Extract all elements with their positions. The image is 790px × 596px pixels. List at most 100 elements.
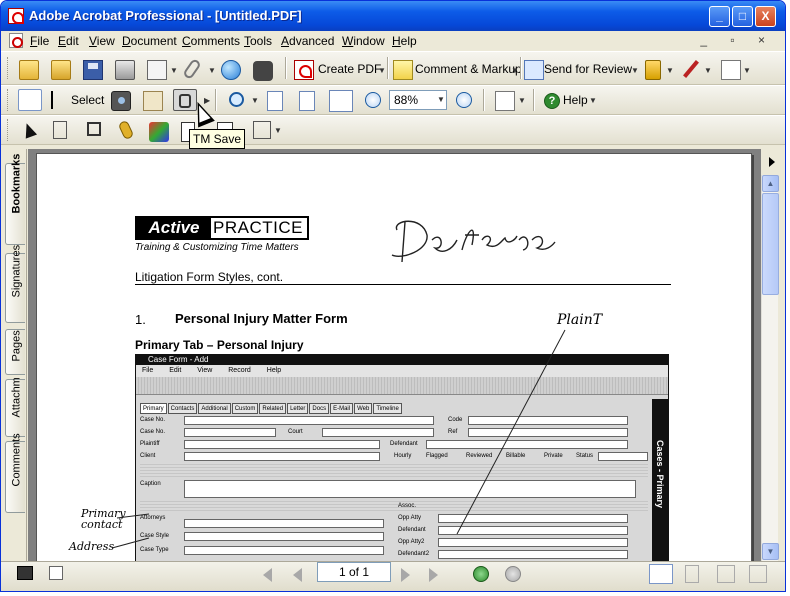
organizer-icon[interactable] xyxy=(51,60,71,80)
acrobat-app-icon[interactable] xyxy=(8,8,24,24)
toolbar-grip[interactable] xyxy=(7,119,10,141)
zoom-in-plus-icon[interactable] xyxy=(456,92,472,108)
zoom-level-dropdown[interactable]: ▼ xyxy=(435,91,447,109)
touchup-text-icon[interactable] xyxy=(53,121,67,139)
comment-note-icon[interactable] xyxy=(393,60,413,80)
vertical-scrollbar[interactable]: ▲ ▼ xyxy=(761,175,779,561)
menu-window[interactable]: Window xyxy=(342,34,385,48)
rotate-dropdown-icon[interactable]: ▼ xyxy=(518,96,526,105)
print-icon[interactable] xyxy=(115,60,135,80)
last-page-icon[interactable] xyxy=(429,568,438,582)
menu-document[interactable]: Document xyxy=(122,34,177,48)
first-page-icon[interactable] xyxy=(263,568,272,582)
forms-dropdown-icon[interactable]: ▼ xyxy=(743,66,751,75)
tab-signatures[interactable]: Signatures xyxy=(5,245,25,323)
tab-pages[interactable]: Pages xyxy=(5,329,25,375)
menu-advanced[interactable]: Advanced xyxy=(281,34,334,48)
pdf-page[interactable]: Active PRACTICE Training & Customizing T… xyxy=(36,153,752,561)
zoom-in-magnifier-icon[interactable] xyxy=(229,92,244,107)
monitor-icon[interactable] xyxy=(17,566,33,580)
send-review-icon[interactable] xyxy=(524,60,544,80)
tab-comments[interactable]: Comments xyxy=(5,433,25,513)
email-globe-icon[interactable] xyxy=(221,60,241,80)
previous-page-icon[interactable] xyxy=(293,568,302,582)
fit-page-icon[interactable] xyxy=(299,91,315,111)
tm-import-icon[interactable] xyxy=(143,91,163,111)
form-menu-item: Help xyxy=(266,367,282,374)
minimize-button[interactable]: _ xyxy=(709,6,730,27)
title-bar[interactable]: Adobe Acrobat Professional - [Untitled.P… xyxy=(1,1,785,31)
search-binoculars-icon[interactable] xyxy=(253,61,273,81)
scroll-thumb[interactable] xyxy=(762,193,779,295)
text-field-tool-icon[interactable] xyxy=(253,121,271,139)
scroll-up-button[interactable]: ▲ xyxy=(762,175,779,192)
next-view-icon[interactable] xyxy=(505,566,521,582)
hand-tool-icon[interactable] xyxy=(18,89,42,111)
document-window-controls[interactable]: _ ▫ × xyxy=(700,33,775,47)
attach-paperclip-icon[interactable] xyxy=(182,57,202,81)
help-dropdown-icon[interactable]: ▼ xyxy=(589,96,597,105)
send-review-dropdown-icon[interactable]: ▼ xyxy=(631,66,639,75)
save-icon[interactable] xyxy=(83,60,103,80)
help-button[interactable]: Help xyxy=(563,93,588,107)
page-number-input[interactable]: 1 of 1 xyxy=(317,562,391,582)
create-pdf-button[interactable]: Create PDF xyxy=(318,62,381,76)
menu-view[interactable]: View xyxy=(89,34,115,48)
facing-layout-icon[interactable] xyxy=(717,565,735,583)
form-field xyxy=(426,440,628,449)
menu-file[interactable]: File xyxy=(30,34,49,48)
object-select-arrow-icon[interactable] xyxy=(20,121,38,139)
create-pdf-dropdown-icon[interactable]: ▼ xyxy=(378,66,386,75)
menu-help[interactable]: Help xyxy=(392,34,417,48)
organize-dropdown-icon[interactable]: ▼ xyxy=(170,66,178,75)
secure-dropdown-icon[interactable]: ▼ xyxy=(666,66,674,75)
pane-expand-arrow-icon[interactable] xyxy=(761,149,785,175)
single-page-layout-icon[interactable] xyxy=(649,564,673,584)
send-for-review-button[interactable]: Send for Review xyxy=(544,62,632,76)
tab-bookmarks[interactable]: Bookmarks xyxy=(5,154,25,245)
snapshot-camera-icon[interactable] xyxy=(111,91,131,111)
form-label: Defendant xyxy=(398,527,426,533)
next-page-icon[interactable] xyxy=(401,568,410,582)
heading-number: 1. xyxy=(135,312,146,327)
menu-tools[interactable]: Tools xyxy=(244,34,272,48)
link-tool-icon[interactable] xyxy=(117,119,135,141)
comment-markup-dropdown-icon[interactable]: ▼ xyxy=(511,66,519,75)
continuous-facing-layout-icon[interactable] xyxy=(749,565,767,583)
select-text-icon[interactable] xyxy=(51,91,55,109)
document-viewport[interactable]: Active PRACTICE Training & Customizing T… xyxy=(28,149,761,561)
select-tool-button[interactable]: Select xyxy=(71,93,104,107)
toolbar-separator xyxy=(387,57,389,79)
organize-icon[interactable] xyxy=(147,60,167,80)
help-icon[interactable]: ? xyxy=(544,93,560,109)
continuous-layout-icon[interactable] xyxy=(685,565,699,583)
tab-attachments[interactable]: Attachm xyxy=(5,377,25,437)
crop-icon[interactable] xyxy=(87,122,101,136)
fit-width-icon[interactable] xyxy=(329,90,353,112)
form-menu-item: View xyxy=(197,367,213,374)
document-system-menu-icon[interactable] xyxy=(9,33,23,48)
attach-dropdown-icon[interactable]: ▼ xyxy=(208,66,216,75)
3d-tool-icon[interactable] xyxy=(149,122,169,142)
forms-pages-icon[interactable] xyxy=(721,60,741,80)
page-options-icon[interactable] xyxy=(49,566,63,580)
secure-lock-icon[interactable] xyxy=(645,60,661,80)
toolbar-grip[interactable] xyxy=(7,89,10,111)
comment-markup-button[interactable]: Comment & Markup xyxy=(415,62,522,76)
toolbar-grip[interactable] xyxy=(7,57,10,79)
sign-pen-icon[interactable] xyxy=(683,60,699,78)
create-pdf-icon[interactable] xyxy=(294,60,314,80)
scroll-down-button[interactable]: ▼ xyxy=(762,543,779,560)
actual-size-page-icon[interactable] xyxy=(267,91,283,111)
previous-view-icon[interactable] xyxy=(473,566,489,582)
zoom-dropdown-icon[interactable]: ▼ xyxy=(251,96,259,105)
menu-comments[interactable]: Comments xyxy=(182,34,240,48)
close-button[interactable]: X xyxy=(755,6,776,27)
menu-edit[interactable]: Edit xyxy=(58,34,79,48)
sign-dropdown-icon[interactable]: ▼ xyxy=(704,66,712,75)
rotate-pages-icon[interactable] xyxy=(495,91,515,111)
text-field-dropdown-icon[interactable]: ▼ xyxy=(274,126,282,135)
maximize-button[interactable]: □ xyxy=(732,6,753,27)
open-folder-icon[interactable] xyxy=(19,60,39,80)
zoom-out-icon[interactable] xyxy=(365,92,381,108)
